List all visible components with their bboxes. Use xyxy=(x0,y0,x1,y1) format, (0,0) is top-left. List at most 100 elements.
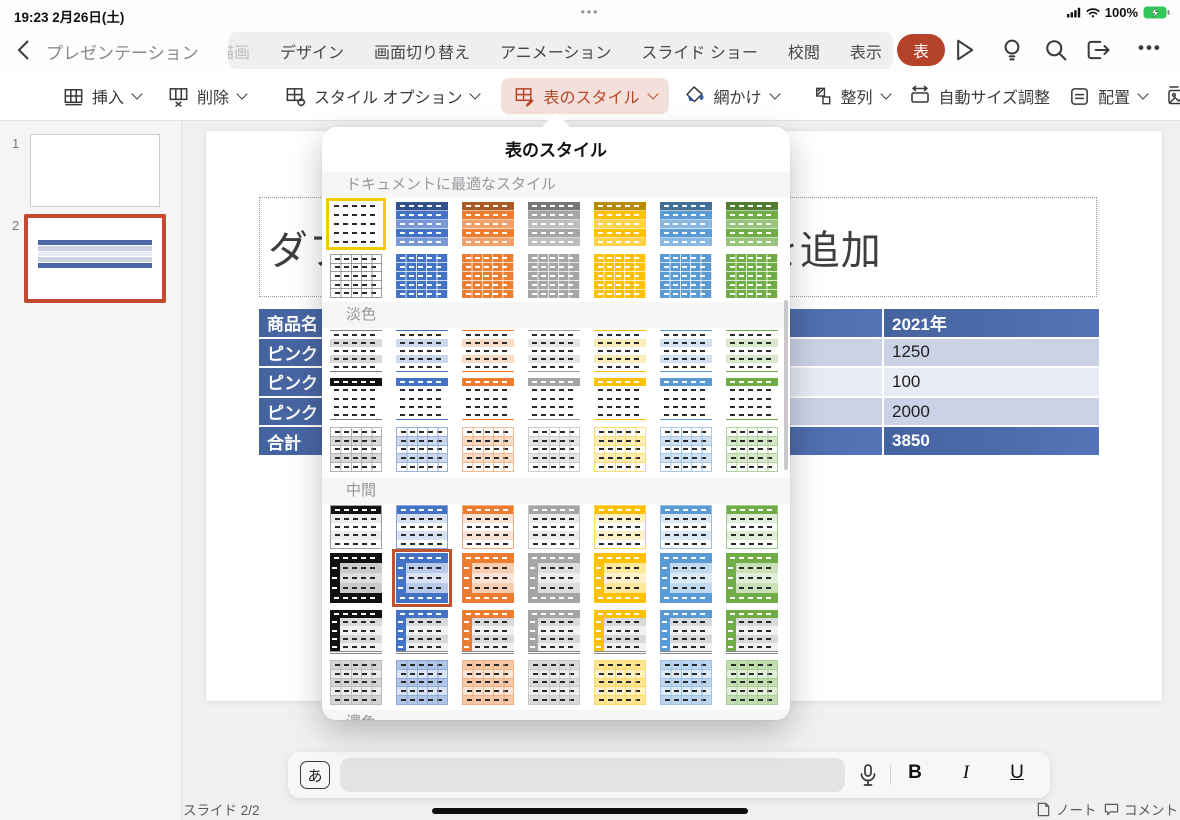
table-style-swatch-light1[interactable] xyxy=(330,330,382,372)
table-style-swatch-light3[interactable] xyxy=(330,427,382,472)
underline-button[interactable]: U xyxy=(1002,762,1032,784)
language-key[interactable]: あ xyxy=(300,761,330,789)
style-options-button[interactable]: スタイル オプション xyxy=(284,84,482,108)
insert-button[interactable]: 挿入 xyxy=(62,84,143,108)
comments-button[interactable]: コメント xyxy=(1104,799,1178,819)
table-style-swatch-med2[interactable] xyxy=(660,553,712,603)
table-style-swatch-med2[interactable] xyxy=(528,553,580,603)
table-style-swatch-light2[interactable] xyxy=(462,378,514,420)
table-style-swatch-light3[interactable] xyxy=(396,427,448,472)
table-style-swatch-best2[interactable] xyxy=(396,254,448,298)
table-style-swatch-best2[interactable] xyxy=(726,254,778,298)
table-style-swatch-light3[interactable] xyxy=(528,427,580,472)
table-styles-button[interactable]: 表のスタイル xyxy=(501,78,669,114)
table-style-swatch-med2[interactable] xyxy=(462,553,514,603)
table-style-swatch-best1[interactable] xyxy=(528,202,580,246)
present-play-icon[interactable] xyxy=(950,36,978,64)
table-style-swatch-light1[interactable] xyxy=(660,330,712,372)
table-style-swatch-best1[interactable] xyxy=(726,202,778,246)
popup-scrollbar[interactable] xyxy=(784,300,788,470)
table-style-swatch-med2[interactable] xyxy=(330,553,382,603)
table-style-swatch-med3[interactable] xyxy=(726,610,778,654)
table-style-swatch-light2[interactable] xyxy=(528,378,580,420)
table-style-swatch-light3[interactable] xyxy=(660,427,712,472)
table-style-swatch-med4[interactable] xyxy=(528,660,580,705)
ribbon-tab-1[interactable]: 描画 xyxy=(228,39,250,63)
table-style-swatch-med3[interactable] xyxy=(528,610,580,654)
table-style-swatch-light1[interactable] xyxy=(726,330,778,372)
table-style-swatch-light1[interactable] xyxy=(396,330,448,372)
table-style-swatch-med1[interactable] xyxy=(462,505,514,549)
table-cell-r2c3[interactable]: 100 xyxy=(884,368,1099,396)
table-style-swatch-med2[interactable] xyxy=(392,549,452,607)
ribbon-tab-5[interactable]: スライド ショー xyxy=(641,39,757,63)
tab-table-contextual[interactable]: 表 xyxy=(897,34,945,66)
table-style-swatch-light2[interactable] xyxy=(330,378,382,420)
table-style-swatch-light1[interactable] xyxy=(462,330,514,372)
table-style-swatch-light3[interactable] xyxy=(726,427,778,472)
table-style-swatch-med1[interactable] xyxy=(660,505,712,549)
table-style-swatch-best2[interactable] xyxy=(660,254,712,298)
table-style-swatch-med4[interactable] xyxy=(594,660,646,705)
italic-button[interactable]: I xyxy=(951,762,981,784)
table-style-swatch-best1[interactable] xyxy=(396,202,448,246)
table-style-swatch-med1[interactable] xyxy=(594,505,646,549)
table-style-swatch-med1[interactable] xyxy=(528,505,580,549)
table-style-swatch-best2[interactable] xyxy=(594,254,646,298)
table-cell-r0c3[interactable]: 2021年 xyxy=(884,309,1099,337)
slide-1-thumbnail[interactable] xyxy=(30,134,160,207)
table-style-swatch-med3[interactable] xyxy=(594,610,646,654)
table-style-swatch-light3[interactable] xyxy=(462,427,514,472)
table-style-swatch-med1[interactable] xyxy=(726,505,778,549)
table-style-swatch-light2[interactable] xyxy=(726,378,778,420)
table-cell-r4c3[interactable]: 3850 xyxy=(884,427,1099,455)
back-button[interactable] xyxy=(14,38,36,62)
table-style-swatch-best1[interactable] xyxy=(462,202,514,246)
document-title[interactable]: プレゼンテーション xyxy=(46,39,199,64)
ribbon-tab-6[interactable]: 校閲 xyxy=(788,39,820,63)
align-button[interactable]: 整列 xyxy=(811,84,892,108)
table-style-swatch-med4[interactable] xyxy=(396,660,448,705)
table-style-swatch-light3[interactable] xyxy=(594,427,646,472)
search-icon[interactable] xyxy=(1042,36,1070,64)
table-style-swatch-med2[interactable] xyxy=(594,553,646,603)
bold-button[interactable]: B xyxy=(900,762,930,784)
table-style-swatch-med3[interactable] xyxy=(462,610,514,654)
table-style-swatch-med3[interactable] xyxy=(396,610,448,654)
table-style-swatch-best1[interactable] xyxy=(326,198,386,250)
ribbon-tab-2[interactable]: デザイン xyxy=(280,39,344,63)
dictation-mic-icon[interactable] xyxy=(856,763,880,789)
delete-button[interactable]: 削除 xyxy=(167,84,248,108)
table-style-swatch-best1[interactable] xyxy=(660,202,712,246)
table-style-swatch-med3[interactable] xyxy=(330,610,382,654)
table-style-swatch-best2[interactable] xyxy=(462,254,514,298)
table-style-swatch-best1[interactable] xyxy=(594,202,646,246)
lightbulb-icon[interactable] xyxy=(998,36,1026,64)
ribbon-tab-7[interactable]: 表示 xyxy=(850,39,882,63)
table-style-swatch-med1[interactable] xyxy=(330,505,382,549)
table-style-swatch-med4[interactable] xyxy=(726,660,778,705)
table-style-swatch-light2[interactable] xyxy=(594,378,646,420)
arrange-button[interactable]: 配置 xyxy=(1068,84,1149,108)
ribbon-tab-4[interactable]: アニメーション xyxy=(500,39,611,63)
table-cell-r1c3[interactable]: 1250 xyxy=(884,338,1099,367)
more-options-button[interactable]: ••• xyxy=(1138,38,1162,58)
table-style-swatch-med4[interactable] xyxy=(462,660,514,705)
table-style-swatch-best2[interactable] xyxy=(528,254,580,298)
text-input-field[interactable] xyxy=(340,758,845,792)
autofit-button[interactable]: 自動サイズ調整 xyxy=(908,84,1050,108)
table-style-swatch-med4[interactable] xyxy=(660,660,712,705)
table-style-swatch-light2[interactable] xyxy=(660,378,712,420)
table-style-swatch-best2[interactable] xyxy=(330,254,382,298)
share-icon[interactable] xyxy=(1084,36,1112,64)
table-style-swatch-med1[interactable] xyxy=(396,505,448,549)
shading-button[interactable]: 網かけ xyxy=(683,84,781,108)
alt-text-button[interactable]: 代替テキスト xyxy=(1165,84,1180,108)
notes-button[interactable]: ノート xyxy=(1036,799,1097,819)
table-style-swatch-med3[interactable] xyxy=(660,610,712,654)
home-indicator[interactable] xyxy=(432,808,748,814)
multitask-dots[interactable]: ••• xyxy=(0,5,1180,19)
table-style-swatch-med2[interactable] xyxy=(726,553,778,603)
table-style-swatch-light1[interactable] xyxy=(528,330,580,372)
table-style-swatch-light2[interactable] xyxy=(396,378,448,420)
